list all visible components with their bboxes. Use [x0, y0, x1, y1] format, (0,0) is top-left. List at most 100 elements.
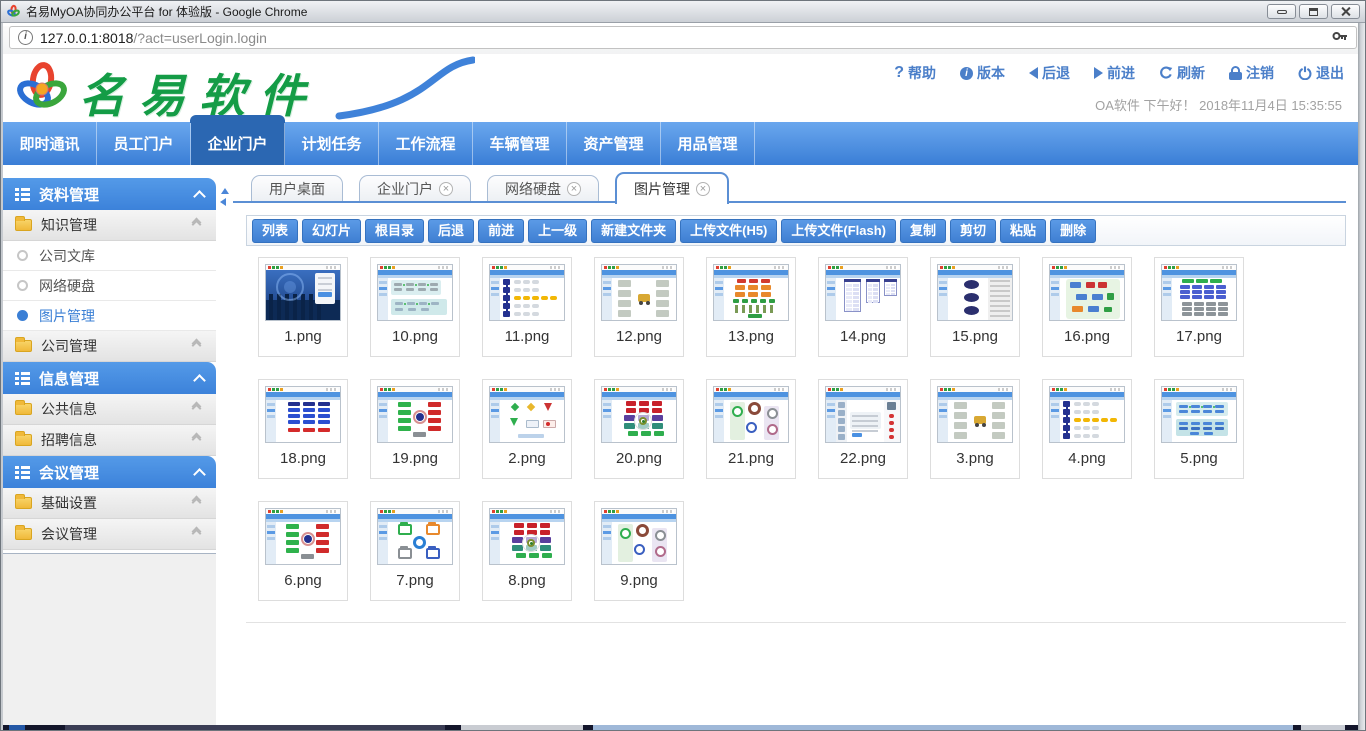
- double-chevron-up-icon[interactable]: [193, 340, 204, 352]
- toolbar-button-1[interactable]: 列表: [252, 219, 298, 243]
- sidebar-item-3[interactable]: 公司文库: [3, 241, 216, 271]
- sidebar-item-4[interactable]: 网络硬盘: [3, 271, 216, 301]
- sidebar-item-8[interactable]: 公共信息: [3, 394, 216, 425]
- file-card-14.png[interactable]: 14.png: [818, 257, 908, 357]
- sidebar-item-2[interactable]: 知识管理: [3, 210, 216, 241]
- toolbar-button-5[interactable]: 前进: [478, 219, 524, 243]
- toolbar-button-8[interactable]: 上传文件(H5): [680, 219, 777, 243]
- nav-item-6[interactable]: 车辆管理: [473, 122, 567, 165]
- double-chevron-up-icon[interactable]: [193, 497, 204, 509]
- toolbar-button-6[interactable]: 上一级: [528, 219, 587, 243]
- nav-item-5[interactable]: 工作流程: [379, 122, 473, 165]
- file-card-18.png[interactable]: 18.png: [258, 379, 348, 479]
- sidebar-item-1[interactable]: 资料管理: [3, 178, 216, 210]
- minimize-button[interactable]: [1267, 4, 1296, 19]
- sidebar-item-10[interactable]: 会议管理: [3, 456, 216, 488]
- tab-4[interactable]: 图片管理 ×: [615, 172, 729, 204]
- file-card-12.png[interactable]: 12.png: [594, 257, 684, 357]
- toolbar-button-9[interactable]: 上传文件(Flash): [781, 219, 896, 243]
- toolbar-button-2[interactable]: 幻灯片: [302, 219, 361, 243]
- sidebar-item-7[interactable]: 信息管理: [3, 362, 216, 394]
- file-card-10.png[interactable]: 10.png: [370, 257, 460, 357]
- header-link-3[interactable]: 后退: [1029, 63, 1070, 83]
- file-card-2.png[interactable]: 2.png: [482, 379, 572, 479]
- url-input[interactable]: i 127.0.0.1:8018 /?act=userLogin.login: [9, 26, 1357, 49]
- file-card-11.png[interactable]: 11.png: [482, 257, 572, 357]
- scroll-up-icon[interactable]: [221, 188, 229, 194]
- file-card-1.png[interactable]: 1.png: [258, 257, 348, 357]
- double-chevron-up-icon[interactable]: [193, 219, 204, 231]
- header-link-2[interactable]: i 版本: [960, 63, 1005, 83]
- window-titlebar[interactable]: 名易MyOA协同办公平台 for 体验版 - Google Chrome: [1, 1, 1365, 23]
- folder-icon: [15, 340, 32, 352]
- header-link-5[interactable]: 刷新: [1159, 63, 1205, 83]
- file-card-15.png[interactable]: 15.png: [930, 257, 1020, 357]
- file-card-20.png[interactable]: 20.png: [594, 379, 684, 479]
- double-chevron-up-icon[interactable]: [193, 403, 204, 415]
- nav-item-2[interactable]: 员工门户: [97, 122, 191, 165]
- toolbar-button-3[interactable]: 根目录: [365, 219, 424, 243]
- sidebar-item-5[interactable]: 图片管理: [3, 301, 216, 331]
- header-link-1[interactable]: ? 帮助: [894, 63, 936, 83]
- chevron-up-icon[interactable]: [193, 190, 206, 203]
- tab-close-icon[interactable]: ×: [567, 182, 581, 196]
- file-card-3.png[interactable]: 3.png: [930, 379, 1020, 479]
- folder-icon: [15, 403, 32, 415]
- file-card-17.png[interactable]: 17.png: [1154, 257, 1244, 357]
- file-card-6.png[interactable]: 6.png: [258, 501, 348, 601]
- file-name: 17.png: [1155, 328, 1243, 345]
- nav-item-label: 用品管理: [677, 133, 737, 154]
- file-card-16.png[interactable]: 16.png: [1042, 257, 1132, 357]
- chevron-up-icon[interactable]: [193, 374, 206, 387]
- nav-item-8[interactable]: 用品管理: [661, 122, 755, 165]
- maximize-button[interactable]: [1299, 4, 1328, 19]
- file-card-13.png[interactable]: 13.png: [706, 257, 796, 357]
- sidebar-item-12[interactable]: 会议管理: [3, 519, 216, 550]
- radio-icon: [17, 250, 28, 261]
- toolbar-button-11[interactable]: 剪切: [950, 219, 996, 243]
- toolbar-button-10[interactable]: 复制: [900, 219, 946, 243]
- tab-1[interactable]: 用户桌面: [251, 175, 343, 201]
- toolbar-button-7[interactable]: 新建文件夹: [591, 219, 676, 243]
- nav-item-3[interactable]: 企业门户: [191, 122, 285, 165]
- tab-close-icon[interactable]: ×: [439, 182, 453, 196]
- double-chevron-up-icon[interactable]: [193, 528, 204, 540]
- file-card-9.png[interactable]: 9.png: [594, 501, 684, 601]
- page-info-icon[interactable]: i: [18, 30, 33, 45]
- collapse-sidebar-icon[interactable]: [220, 198, 226, 206]
- tab-2[interactable]: 企业门户 ×: [359, 175, 471, 201]
- file-thumbnail: [937, 386, 1013, 443]
- tab-3[interactable]: 网络硬盘 ×: [487, 175, 599, 201]
- chevron-up-icon[interactable]: [193, 468, 206, 481]
- sidebar-item-11[interactable]: 基础设置: [3, 488, 216, 519]
- nav-item-1[interactable]: 即时通讯: [3, 122, 97, 165]
- header-link-6[interactable]: 注销: [1229, 63, 1274, 83]
- file-thumbnail: [377, 386, 453, 443]
- windows-taskbar[interactable]: [3, 725, 1358, 730]
- file-card-7.png[interactable]: 7.png: [370, 501, 460, 601]
- header-link-4[interactable]: 前进: [1094, 63, 1135, 83]
- file-card-21.png[interactable]: 21.png: [706, 379, 796, 479]
- file-thumbnail: [825, 264, 901, 321]
- nav-item-4[interactable]: 计划任务: [285, 122, 379, 165]
- toolbar-button-12[interactable]: 粘贴: [1000, 219, 1046, 243]
- file-card-5.png[interactable]: 5.png: [1154, 379, 1244, 479]
- tab-close-icon[interactable]: ×: [696, 182, 710, 196]
- sidebar-item-6[interactable]: 公司管理: [3, 331, 216, 362]
- file-card-22.png[interactable]: 22.png: [818, 379, 908, 479]
- nav-item-label: 资产管理: [583, 133, 643, 154]
- file-name: 11.png: [483, 328, 571, 345]
- file-card-8.png[interactable]: 8.png: [482, 501, 572, 601]
- toolbar-button-13[interactable]: 删除: [1050, 219, 1096, 243]
- file-card-4.png[interactable]: 4.png: [1042, 379, 1132, 479]
- list-icon: [15, 187, 30, 202]
- toolbar-button-4[interactable]: 后退: [428, 219, 474, 243]
- nav-item-label: 企业门户: [207, 133, 267, 154]
- double-chevron-up-icon[interactable]: [193, 434, 204, 446]
- password-key-icon[interactable]: [1332, 29, 1348, 46]
- sidebar-item-9[interactable]: 招聘信息: [3, 425, 216, 456]
- file-card-19.png[interactable]: 19.png: [370, 379, 460, 479]
- close-button[interactable]: [1331, 4, 1360, 19]
- header-link-7[interactable]: 退出: [1298, 63, 1344, 83]
- nav-item-7[interactable]: 资产管理: [567, 122, 661, 165]
